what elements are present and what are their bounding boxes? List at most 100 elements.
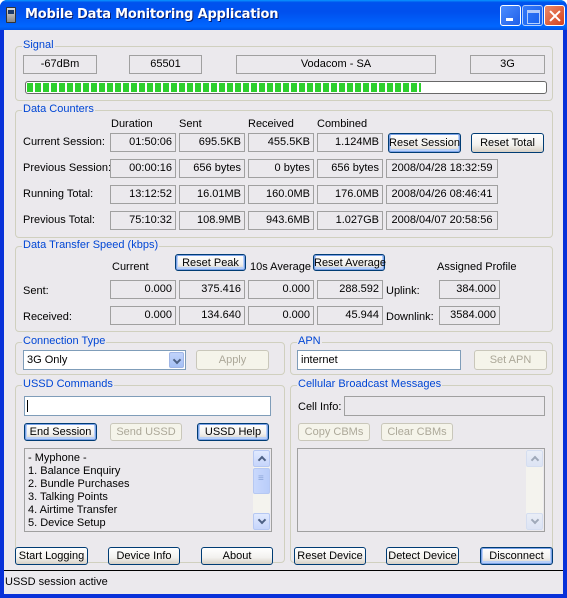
previous-total-sent: 108.9MB	[179, 211, 245, 230]
downlink-label: Downlink:	[386, 311, 434, 323]
scroll-up-icon[interactable]	[526, 450, 543, 467]
close-button[interactable]	[544, 5, 565, 26]
previous-total-combined: 1.027GB	[317, 211, 383, 230]
speed-legend: Data Transfer Speed (kbps)	[22, 239, 160, 251]
cell-info-label: Cell Info:	[298, 401, 342, 413]
running-total-received: 160.0MB	[248, 185, 314, 204]
start-logging-button[interactable]: Start Logging	[15, 547, 88, 565]
cell-info-field	[344, 396, 545, 416]
col-received: Received	[248, 118, 294, 130]
ussd-response-line[interactable]: 3. Talking Points	[28, 491, 271, 504]
ussd-response-line[interactable]: 5. Device Setup	[28, 517, 271, 530]
row-label: Current Session:	[23, 136, 105, 148]
downlink-profile: 3584.000	[439, 306, 500, 325]
minimize-button[interactable]	[500, 5, 521, 26]
received-current: 0.000	[110, 306, 176, 325]
connection-type-legend: Connection Type	[22, 335, 107, 347]
device-info-button[interactable]: Device Info	[108, 547, 180, 565]
text-cursor	[27, 400, 28, 412]
previous-total-timestamp: 2008/04/07 20:58:56	[386, 211, 498, 230]
operator-name: Vodacom - SA	[236, 55, 436, 74]
ussd-legend: USSD Commands	[22, 378, 114, 390]
scroll-up-icon[interactable]	[253, 450, 270, 467]
current-session-duration: 01:50:06	[110, 133, 176, 152]
running-total-timestamp: 2008/04/26 08:46:41	[386, 185, 498, 204]
apply-button[interactable]: Apply	[196, 350, 269, 370]
about-button[interactable]: About	[201, 547, 273, 565]
network-code: 65501	[129, 55, 202, 74]
reset-session-button[interactable]: Reset Session	[388, 133, 461, 153]
previous-session-combined: 656 bytes	[317, 159, 383, 178]
current-session-combined: 1.124MB	[317, 133, 383, 152]
apn-input[interactable]: internet	[297, 350, 461, 370]
sent-current: 0.000	[110, 280, 176, 299]
signal-strength: -67dBm	[23, 55, 97, 74]
sent-average: 0.000	[248, 280, 314, 299]
reset-average-button[interactable]: Reset Average	[313, 254, 386, 271]
end-session-button[interactable]: End Session	[24, 423, 97, 441]
sent-peak-average: 288.592	[317, 280, 383, 299]
previous-session-timestamp: 2008/04/28 18:32:59	[386, 159, 498, 178]
signal-legend: Signal	[22, 39, 55, 51]
scroll-thumb[interactable]	[253, 468, 270, 494]
status-bar: USSD session active	[4, 570, 563, 594]
set-apn-button[interactable]: Set APN	[474, 350, 547, 370]
chevron-down-icon[interactable]	[169, 352, 184, 368]
received-label: Received:	[23, 311, 72, 323]
received-peak: 134.640	[179, 306, 245, 325]
running-total-combined: 176.0MB	[317, 185, 383, 204]
previous-total-received: 943.6MB	[248, 211, 314, 230]
ussd-response-list[interactable]: - Myphone -1. Balance Enquiry 2. Bundle P…	[24, 448, 272, 532]
clear-cbms-button[interactable]: Clear CBMs	[381, 423, 453, 441]
copy-cbms-button[interactable]: Copy CBMs	[298, 423, 370, 441]
apn-legend: APN	[297, 335, 322, 347]
window-title: Mobile Data Monitoring Application	[25, 7, 279, 22]
running-total-sent: 16.01MB	[179, 185, 245, 204]
sent-label: Sent:	[23, 285, 49, 297]
client-area: Signal -67dBm 65501 Vodacom - SA 3G Data…	[4, 30, 563, 594]
uplink-profile: 384.000	[439, 280, 500, 299]
assigned-profile-label: Assigned Profile	[437, 261, 517, 273]
row-label: Running Total:	[23, 188, 94, 200]
average-label: 10s Average	[250, 261, 311, 273]
send-ussd-button[interactable]: Send USSD	[110, 423, 182, 441]
running-total-duration: 13:12:52	[110, 185, 176, 204]
previous-session-sent: 656 bytes	[179, 159, 245, 178]
sent-peak: 375.416	[179, 280, 245, 299]
col-combined: Combined	[317, 118, 368, 130]
previous-session-duration: 00:00:16	[110, 159, 176, 178]
status-text: USSD session active	[5, 576, 108, 588]
reset-peak-button[interactable]: Reset Peak	[175, 254, 246, 271]
row-label: Previous Session:	[23, 162, 112, 174]
signal-strength-fill	[27, 83, 421, 92]
detect-device-button[interactable]: Detect Device	[386, 547, 459, 565]
reset-total-button[interactable]: Reset Total	[471, 133, 544, 153]
previous-session-received: 0 bytes	[248, 159, 314, 178]
current-session-sent: 695.5KB	[179, 133, 245, 152]
scroll-down-icon[interactable]	[253, 513, 270, 530]
ussd-scrollbar[interactable]	[253, 450, 270, 530]
ussd-response-line[interactable]: 2. Bundle Purchases	[28, 478, 271, 491]
ussd-input[interactable]	[24, 396, 271, 416]
col-sent: Sent	[179, 118, 202, 130]
previous-total-duration: 75:10:32	[110, 211, 176, 230]
ussd-response-line[interactable]: - Myphone -	[28, 452, 271, 465]
ussd-response-line[interactable]: 1. Balance Enquiry	[28, 465, 271, 478]
row-label: Previous Total:	[23, 214, 95, 226]
app-window: Mobile Data Monitoring Application Signa…	[0, 0, 567, 598]
connection-type-select[interactable]: 3G Only	[23, 350, 186, 370]
title-bar[interactable]: Mobile Data Monitoring Application	[0, 0, 567, 30]
reset-device-button[interactable]: Reset Device	[294, 547, 366, 565]
cbm-scrollbar[interactable]	[526, 450, 543, 530]
cbm-message-list[interactable]	[297, 448, 545, 532]
data-counters-legend: Data Counters	[22, 103, 95, 115]
cbm-legend: Cellular Broadcast Messages	[297, 378, 443, 390]
maximize-button[interactable]	[522, 5, 543, 26]
received-average: 0.000	[248, 306, 314, 325]
disconnect-button[interactable]: Disconnect	[480, 547, 553, 565]
network-technology: 3G	[470, 55, 545, 74]
signal-strength-bar	[25, 81, 547, 94]
ussd-response-line[interactable]: 4. Airtime Transfer	[28, 504, 271, 517]
scroll-down-icon[interactable]	[526, 513, 543, 530]
ussd-help-button[interactable]: USSD Help	[197, 423, 269, 441]
